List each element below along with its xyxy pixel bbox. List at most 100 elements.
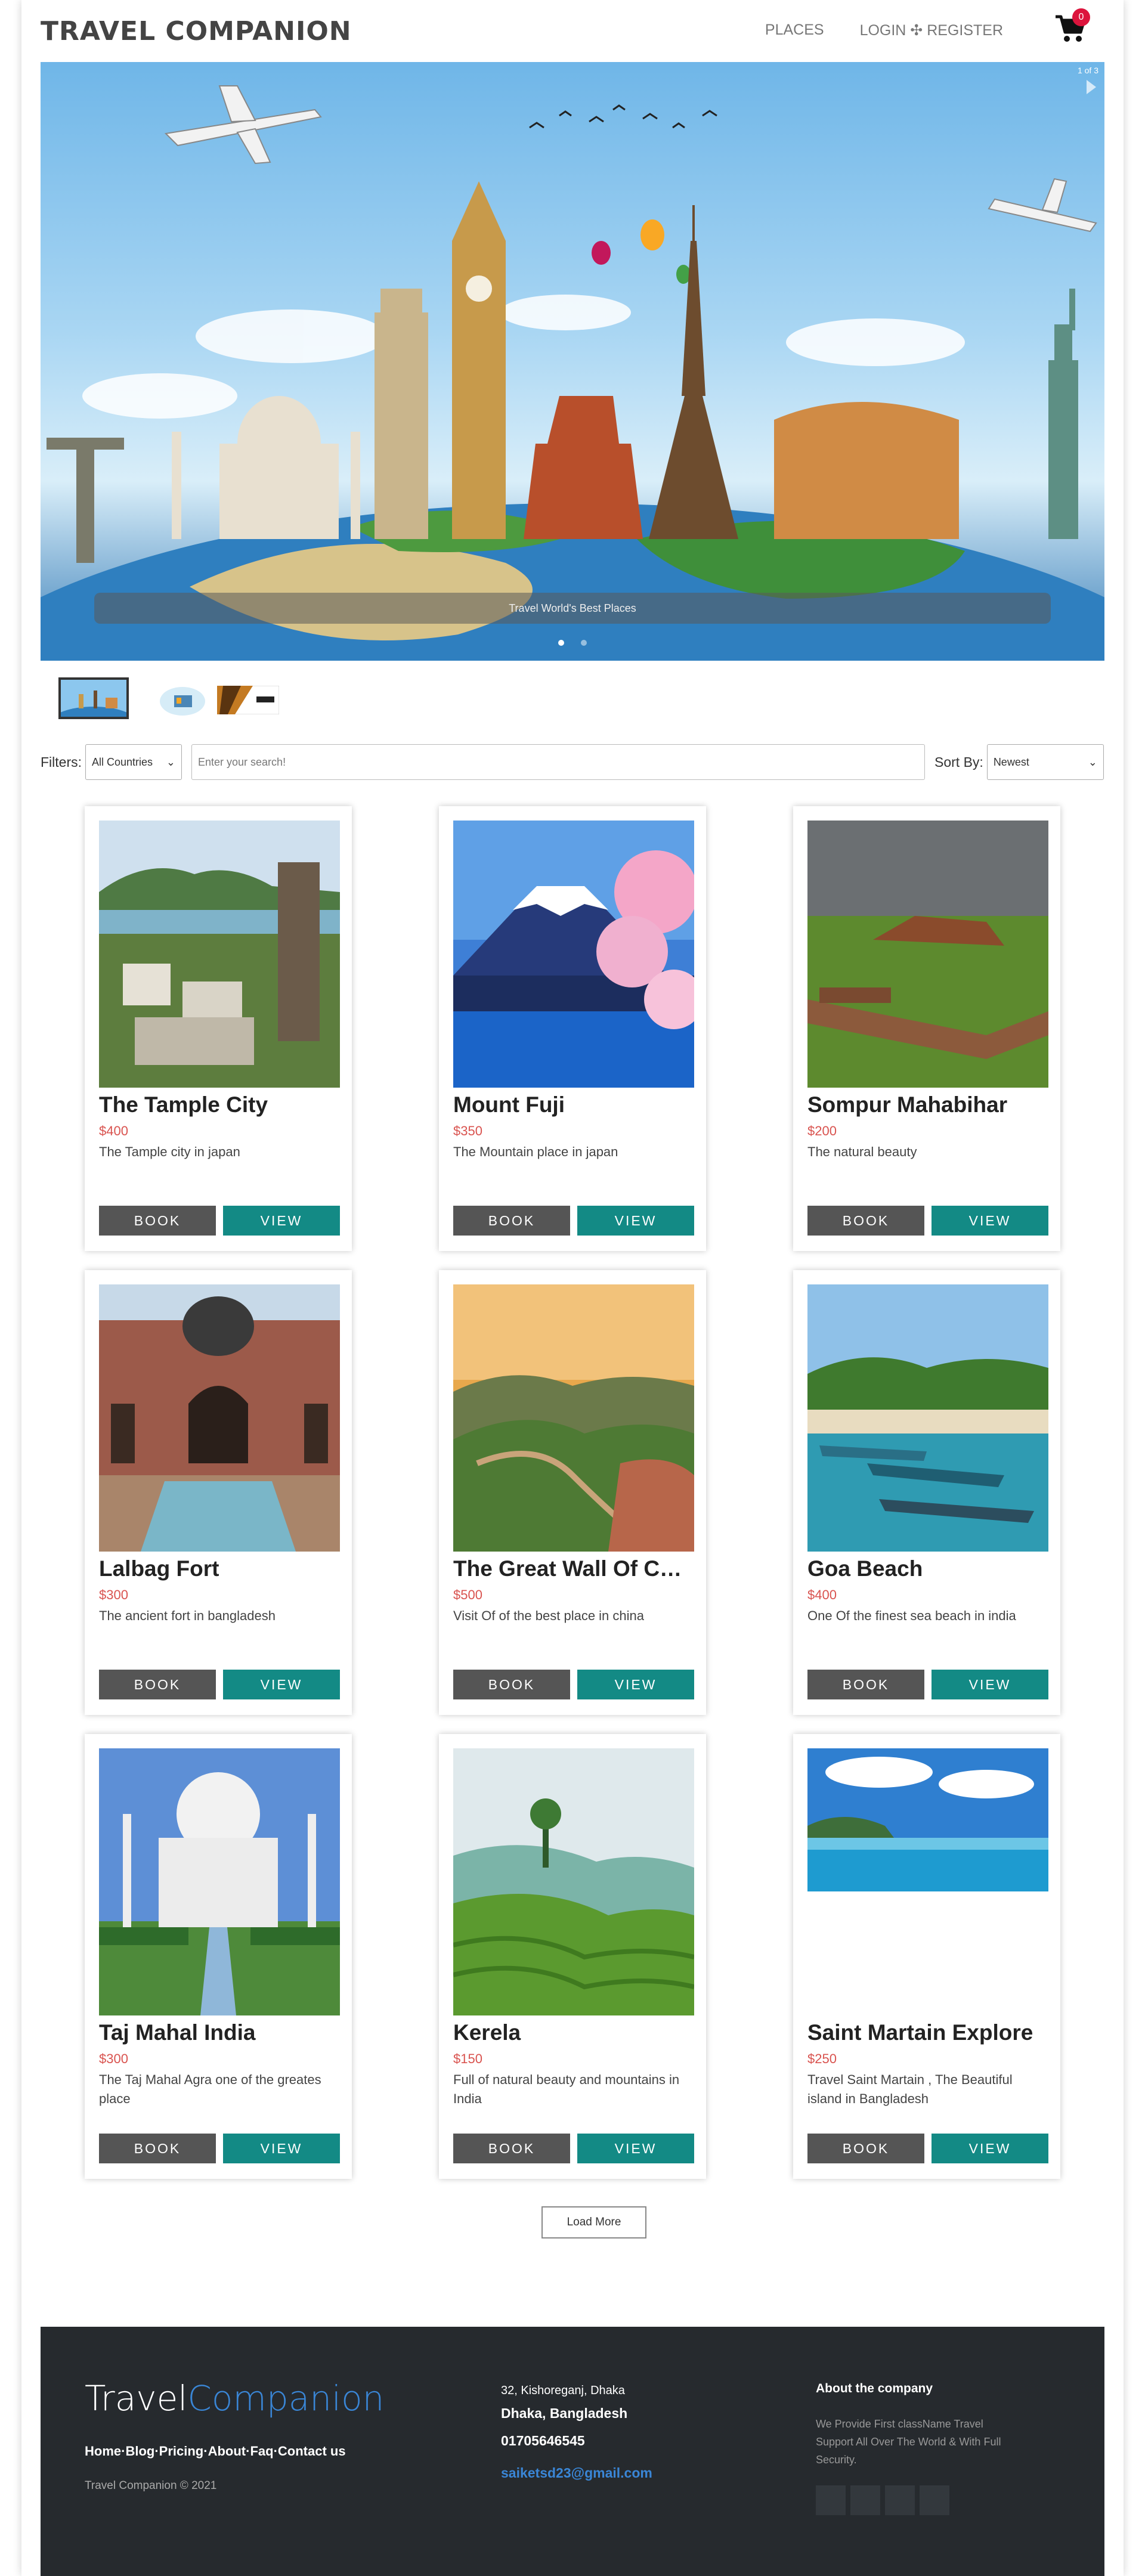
place-title: Goa Beach — [807, 1556, 923, 1581]
footer-link-faq[interactable]: Faq — [250, 2444, 273, 2459]
brand-logo[interactable]: TRAVEL COMPANION — [41, 16, 352, 47]
place-description: The Tample city in japan — [99, 1144, 240, 1159]
view-button[interactable]: VIEW — [577, 1206, 694, 1236]
place-image[interactable] — [453, 821, 694, 1088]
place-description: The Mountain place in japan — [453, 1144, 618, 1159]
place-card: Lalbag Fort $300 The ancient fort in ban… — [85, 1270, 352, 1715]
place-card: The Great Wall Of China $500 Visit Of of… — [439, 1270, 706, 1715]
place-image[interactable] — [807, 821, 1048, 1088]
book-button[interactable]: BOOK — [453, 1670, 570, 1699]
cart-button[interactable]: 0 — [1054, 8, 1090, 44]
view-button[interactable]: VIEW — [577, 1670, 694, 1699]
thumbnail-3[interactable] — [217, 686, 279, 714]
place-description: Visit Of of the best place in china — [453, 1608, 644, 1623]
social-icon[interactable] — [920, 2485, 949, 2515]
footer-logo-part1: Travel — [85, 2378, 188, 2419]
hero-slider[interactable]: 1 of 3 Travel World's Best Places — [41, 62, 1104, 661]
footer-address-line1: 32, Kishoreganj, Dhaka — [501, 2384, 625, 2397]
place-card: The Tample City $400 The Tample city in … — [85, 806, 352, 1251]
social-icon[interactable] — [816, 2485, 846, 2515]
footer-link-about[interactable]: About — [208, 2444, 246, 2459]
main-nav: PLACES LOGIN ✣ REGISTER — [765, 21, 1003, 39]
place-description: One Of the finest sea beach in india — [807, 1608, 1016, 1623]
place-title: Kerela — [453, 2020, 521, 2045]
place-description: The natural beauty — [807, 1144, 917, 1159]
place-title: Saint Martain Explore — [807, 2020, 1033, 2045]
footer-link-home[interactable]: Home — [85, 2444, 121, 2459]
place-description: The Taj Mahal Agra one of the greates pl… — [99, 2072, 321, 2106]
book-button[interactable]: BOOK — [807, 2134, 924, 2163]
hero-image — [41, 85, 1104, 661]
footer-email-link[interactable]: saiketsd23@gmail.com — [501, 2465, 652, 2481]
load-more-button[interactable]: Load More — [541, 2206, 646, 2238]
place-card: Sompur Mahabihar $200 The natural beauty… — [793, 806, 1060, 1251]
view-button[interactable]: VIEW — [223, 1206, 340, 1236]
thumbnail-1[interactable] — [58, 677, 129, 719]
place-image[interactable] — [807, 1284, 1048, 1552]
book-button[interactable]: BOOK — [807, 1670, 924, 1699]
site-header: TRAVEL COMPANION PLACES LOGIN ✣ REGISTER… — [41, 0, 1104, 62]
next-slide-arrow[interactable] — [1087, 80, 1096, 94]
footer-copyright: Travel Companion © 2021 — [85, 2479, 217, 2492]
slide-caption: Travel World's Best Places — [94, 593, 1051, 624]
search-input[interactable]: Enter your search! — [191, 744, 925, 780]
sort-select[interactable]: Newest ⌄ — [986, 744, 1104, 780]
sort-label: Sort By: — [934, 754, 983, 770]
place-price: $250 — [807, 2051, 837, 2066]
place-image[interactable] — [453, 1284, 694, 1552]
sort-select-value: Newest — [993, 756, 1029, 768]
view-button[interactable]: VIEW — [932, 1206, 1048, 1236]
place-image[interactable] — [807, 1748, 1048, 1891]
view-button[interactable]: VIEW — [932, 1670, 1048, 1699]
nav-login-register[interactable]: LOGIN ✣ REGISTER — [860, 21, 1003, 39]
place-description: Travel Saint Martain , The Beautiful isl… — [807, 2072, 1013, 2106]
slider-dot[interactable] — [581, 640, 587, 646]
page: TRAVEL COMPANION PLACES LOGIN ✣ REGISTER… — [21, 0, 1124, 2576]
thumbnail-2[interactable] — [159, 683, 206, 718]
place-image[interactable] — [99, 821, 340, 1088]
filter-bar: Filters: All Countries ⌄ Enter your sear… — [41, 744, 1104, 780]
book-button[interactable]: BOOK — [99, 2134, 216, 2163]
place-image[interactable] — [453, 1748, 694, 2015]
place-card: Saint Martain Explore $250 Travel Saint … — [793, 1734, 1060, 2179]
view-button[interactable]: VIEW — [223, 1670, 340, 1699]
place-price: $150 — [453, 2051, 482, 2066]
view-button[interactable]: VIEW — [932, 2134, 1048, 2163]
footer-about-text: We Provide First className Travel Suppor… — [816, 2418, 1001, 2466]
country-select[interactable]: All Countries ⌄ — [85, 744, 182, 780]
book-button[interactable]: BOOK — [453, 2134, 570, 2163]
footer-link-pricing[interactable]: Pricing — [159, 2444, 204, 2459]
slider-dot[interactable] — [558, 640, 564, 646]
footer-link-contact[interactable]: Contact us — [278, 2444, 346, 2459]
footer-link-blog[interactable]: Blog — [125, 2444, 154, 2459]
view-button[interactable]: VIEW — [223, 2134, 340, 2163]
slide-counter: 1 of 3 — [1077, 66, 1098, 75]
place-title: Mount Fuji — [453, 1092, 565, 1117]
book-button[interactable]: BOOK — [99, 1206, 216, 1236]
social-icon[interactable] — [885, 2485, 915, 2515]
place-price: $400 — [807, 1587, 837, 1602]
book-button[interactable]: BOOK — [99, 1670, 216, 1699]
footer-about-heading: About the company — [816, 2382, 933, 2395]
place-price: $400 — [99, 1123, 128, 1138]
place-title: Sompur Mahabihar — [807, 1092, 1008, 1117]
place-card: Taj Mahal India $300 The Taj Mahal Agra … — [85, 1734, 352, 2179]
cart-count-badge: 0 — [1072, 8, 1090, 26]
place-price: $350 — [453, 1123, 482, 1138]
footer-links: Home·Blog·Pricing·About·Faq·Contact us — [85, 2444, 346, 2459]
social-icon[interactable] — [850, 2485, 880, 2515]
book-button[interactable]: BOOK — [807, 1206, 924, 1236]
book-button[interactable]: BOOK — [453, 1206, 570, 1236]
chevron-down-icon: ⌄ — [1088, 756, 1097, 768]
country-select-value: All Countries — [92, 756, 153, 768]
view-button[interactable]: VIEW — [577, 2134, 694, 2163]
site-footer: TravelCompanion Home·Blog·Pricing·About·… — [41, 2327, 1104, 2576]
place-card: Goa Beach $400 One Of the finest sea bea… — [793, 1270, 1060, 1715]
footer-logo[interactable]: TravelCompanion — [85, 2378, 384, 2419]
nav-places[interactable]: PLACES — [765, 21, 824, 39]
footer-logo-part2: Companion — [187, 2378, 385, 2419]
slide-thumbnails — [41, 677, 1104, 725]
place-image[interactable] — [99, 1748, 340, 2015]
place-image[interactable] — [99, 1284, 340, 1552]
place-price: $300 — [99, 2051, 128, 2066]
